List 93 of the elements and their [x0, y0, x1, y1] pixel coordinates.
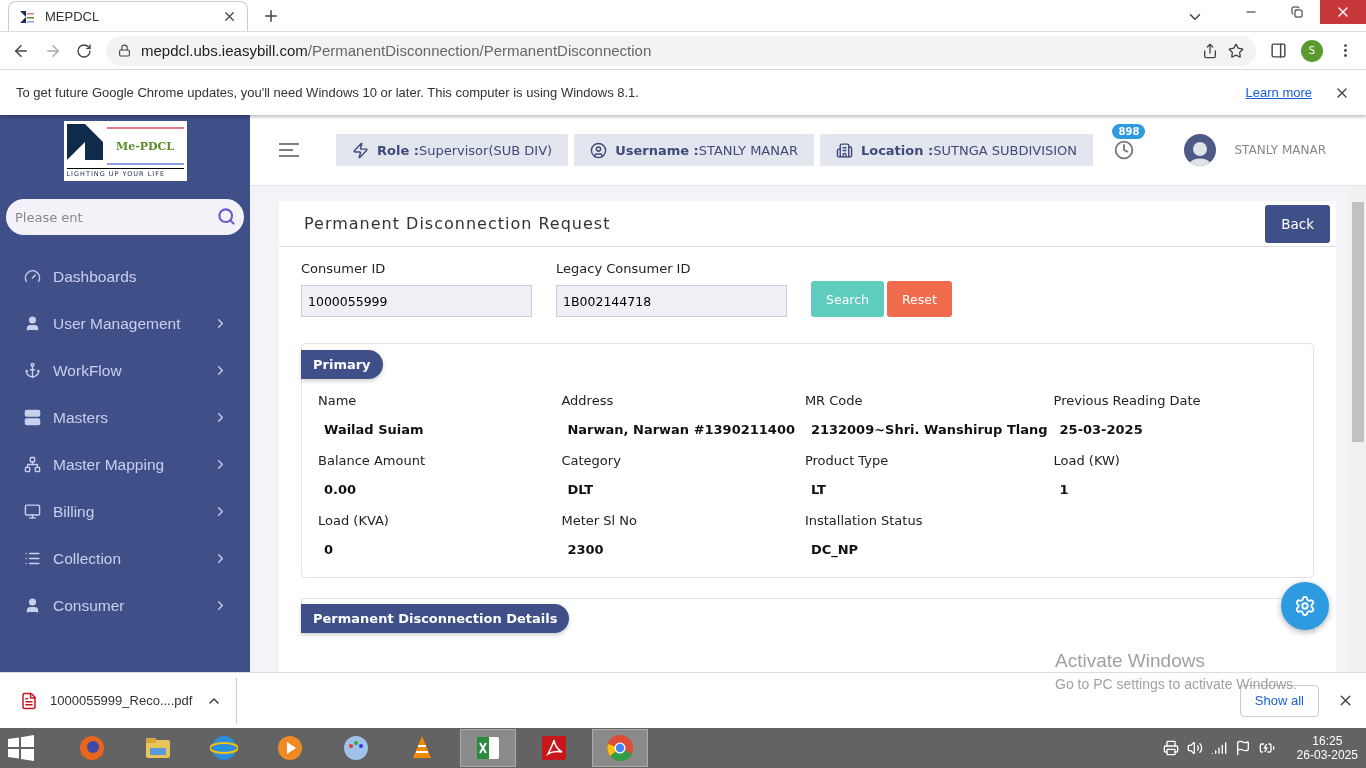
flag-icon[interactable] — [1234, 740, 1251, 756]
search-icon[interactable] — [217, 207, 236, 226]
user-icon — [590, 141, 608, 159]
sidebar-item[interactable]: Master Mapping — [0, 441, 250, 488]
input-field[interactable]: 1B002144718 — [556, 285, 787, 317]
volume-icon[interactable] — [1186, 740, 1203, 756]
sidebar-item[interactable]: User Management — [0, 300, 250, 347]
menu-search-field[interactable]: Please ent — [6, 199, 244, 235]
detail-value: 1 — [1058, 481, 1070, 499]
close-tab-icon[interactable] — [222, 9, 237, 24]
detail-label: Balance Amount — [318, 452, 427, 468]
battery-icon[interactable] — [1258, 740, 1275, 756]
chip-text: Location :SUTNGA SUBDIVISION — [860, 142, 1078, 158]
user-icon — [24, 597, 41, 614]
field-label: Consumer ID — [301, 261, 387, 276]
profile-avatar[interactable]: S — [1301, 39, 1323, 62]
browser-tab[interactable]: MEPDCL — [8, 1, 248, 31]
sidebar-item[interactable]: Dashboards — [0, 253, 250, 300]
activation-title: Activate Windows — [1055, 650, 1206, 672]
reload-icon[interactable] — [76, 42, 92, 59]
sidebar-item[interactable]: Masters — [0, 394, 250, 441]
page-title: Permanent Disconnection Request — [304, 214, 611, 233]
detail-label: Name — [318, 392, 358, 408]
back-button[interactable]: Back — [1265, 204, 1330, 243]
anchor-icon — [24, 362, 41, 379]
user-avatar[interactable] — [1184, 134, 1217, 166]
detail-value: Narwan, Narwan #1390211400 — [566, 421, 796, 439]
chip-text: Username :STANLY MANAR — [615, 142, 798, 158]
paint-app-icon — [342, 734, 370, 762]
detail-label: Product Type — [804, 452, 890, 468]
detail-label: Meter Sl No — [561, 512, 638, 528]
sidebar-item[interactable]: Collection — [0, 535, 250, 582]
detail-value: 0.00 — [323, 481, 358, 499]
hierarchy-icon — [24, 456, 41, 473]
detail-label: Load (KW) — [1053, 452, 1121, 468]
detail-value: LT — [809, 481, 827, 499]
printer-icon[interactable] — [1162, 740, 1179, 756]
server-icon — [24, 409, 41, 426]
scrollbar[interactable] — [1350, 186, 1366, 672]
sidebar-item[interactable]: WorkFlow — [0, 347, 250, 394]
detail-label: MR Code — [804, 392, 864, 408]
new-tab-icon[interactable] — [262, 7, 280, 25]
bookmark-star-icon[interactable] — [1228, 42, 1244, 59]
browser-app-icon — [210, 734, 238, 762]
share-icon[interactable] — [1202, 42, 1218, 59]
pdf-app-icon — [540, 734, 568, 762]
section-heading: Permanent Disconnection Details — [301, 604, 570, 633]
detail-label: Previous Reading Date — [1053, 392, 1202, 408]
site-favicon — [19, 8, 35, 25]
detail-value: 25-03-2025 — [1058, 421, 1144, 439]
gauge-icon — [24, 268, 41, 285]
detail-label: Load (KVA) — [318, 512, 390, 528]
update-message: To get future Google Chrome updates, you'll need Windows 10 or later. This computer is using Windows 8.1. — [16, 85, 640, 100]
chip-text: Role :Supervisor(SUB DIV) — [377, 142, 553, 158]
taskbar-button[interactable] — [460, 729, 516, 767]
learn-more-link[interactable]: Learn more — [1245, 85, 1312, 100]
reset-button[interactable]: Reset — [886, 281, 952, 317]
chrome-app-icon — [606, 734, 634, 762]
tab-title: MEPDCL — [45, 9, 101, 24]
detail-label: Address — [561, 392, 615, 408]
detail-value: DLT — [566, 481, 595, 499]
download-item[interactable]: 1000055999_Reco....pdf — [0, 677, 237, 724]
clock-icon[interactable] — [1114, 140, 1135, 160]
menu-icon[interactable] — [278, 142, 300, 158]
field-label: Legacy Consumer ID — [556, 261, 692, 276]
firefox-app-icon — [78, 734, 106, 762]
sidebar-item[interactable]: Consumer — [0, 582, 250, 629]
excel-app-icon — [474, 734, 502, 762]
sidebar-item[interactable]: Billing — [0, 488, 250, 535]
detail-value: 0 — [323, 541, 335, 559]
section-heading: Primary — [301, 350, 383, 379]
lock-icon — [118, 44, 131, 57]
notification-badge: 898 — [1112, 124, 1146, 139]
detail-label: Category — [561, 452, 622, 468]
detail-value: Wailad Suiam — [323, 421, 425, 439]
signal-icon[interactable] — [1210, 740, 1227, 756]
user-name[interactable]: STANLY MANAR — [1234, 143, 1326, 157]
detail-label: Installation Status — [804, 512, 924, 528]
side-panel-icon[interactable] — [1270, 42, 1287, 59]
clock[interactable]: 16:25 26-03-2025 — [1296, 734, 1358, 762]
detail-value: 2132009~Shri. Wanshirup Tlang — [809, 421, 1049, 439]
monitor-icon — [24, 503, 41, 520]
detail-value: DC_NP — [809, 541, 860, 560]
user-icon — [24, 315, 41, 332]
address-bar[interactable]: mepdcl.ubs.ieasybill.com/PermanentDisconnection/PermanentDisconnection — [106, 35, 1256, 66]
building-icon — [835, 141, 853, 159]
start-icon[interactable] — [8, 735, 34, 761]
list-icon — [24, 550, 41, 567]
bolt-icon — [352, 141, 369, 159]
media-app-icon — [276, 734, 304, 762]
detail-value: 2300 — [566, 541, 605, 559]
input-field[interactable]: 1000055999 — [301, 285, 532, 317]
pdf-file-icon — [20, 691, 38, 710]
